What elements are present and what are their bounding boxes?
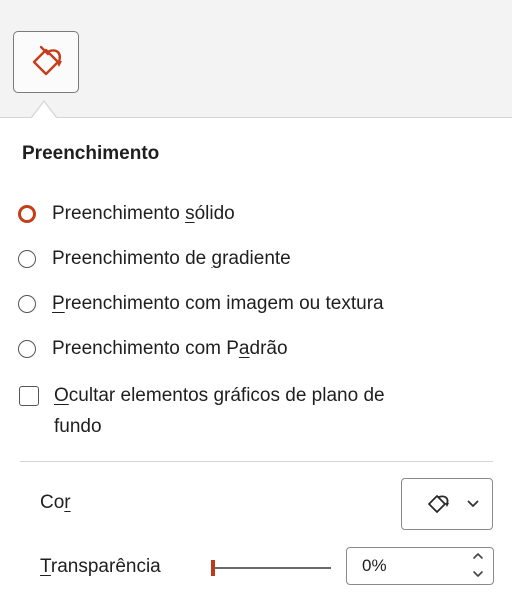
spin-up-icon[interactable] [472,551,484,561]
section-divider [20,461,493,462]
paint-bucket-icon [32,45,62,76]
radio-label: Preenchimento com Padrão [52,338,288,359]
slider-thumb[interactable] [211,560,215,576]
hide-background-checkbox[interactable] [19,386,39,406]
spin-down-icon[interactable] [472,569,484,579]
fill-line-tab[interactable] [13,31,79,93]
format-shape-pane: Preenchimento Preenchimento sólido Preen… [0,0,512,594]
radio-label: Preenchimento com imagem ou textura [52,293,384,314]
hide-background-label: Ocultar elementos gráficos de plano de fu… [54,385,385,437]
paint-bucket-icon [428,495,449,513]
slider-track [211,567,331,569]
radio-indicator[interactable] [18,205,36,223]
fill-color-button[interactable] [401,478,493,530]
radio-solid-fill[interactable]: Preenchimento sólido [18,199,235,229]
chevron-down-icon [467,500,479,507]
radio-label: Preenchimento de gradiente [52,248,291,269]
transparency-label: Transparência [40,556,161,577]
color-label: Cor [40,492,71,513]
transparency-value[interactable]: 0% [362,556,387,576]
hide-background-checkbox-row[interactable]: Ocultar elementos gráficos de plano de fu… [18,380,498,442]
section-title-fill: Preenchimento [22,143,160,164]
radio-gradient-fill[interactable]: Preenchimento de gradiente [18,244,291,274]
pane-tab-bar [0,0,512,118]
radio-pattern-fill[interactable]: Preenchimento com Padrão [18,334,288,364]
radio-indicator[interactable] [18,250,36,268]
radio-picture-texture-fill[interactable]: Preenchimento com imagem ou textura [18,289,384,319]
radio-indicator[interactable] [18,340,36,358]
transparency-slider[interactable] [211,558,331,578]
radio-label: Preenchimento sólido [52,203,235,224]
radio-indicator[interactable] [18,295,36,313]
transparency-spinbox[interactable]: 0% [346,547,494,585]
